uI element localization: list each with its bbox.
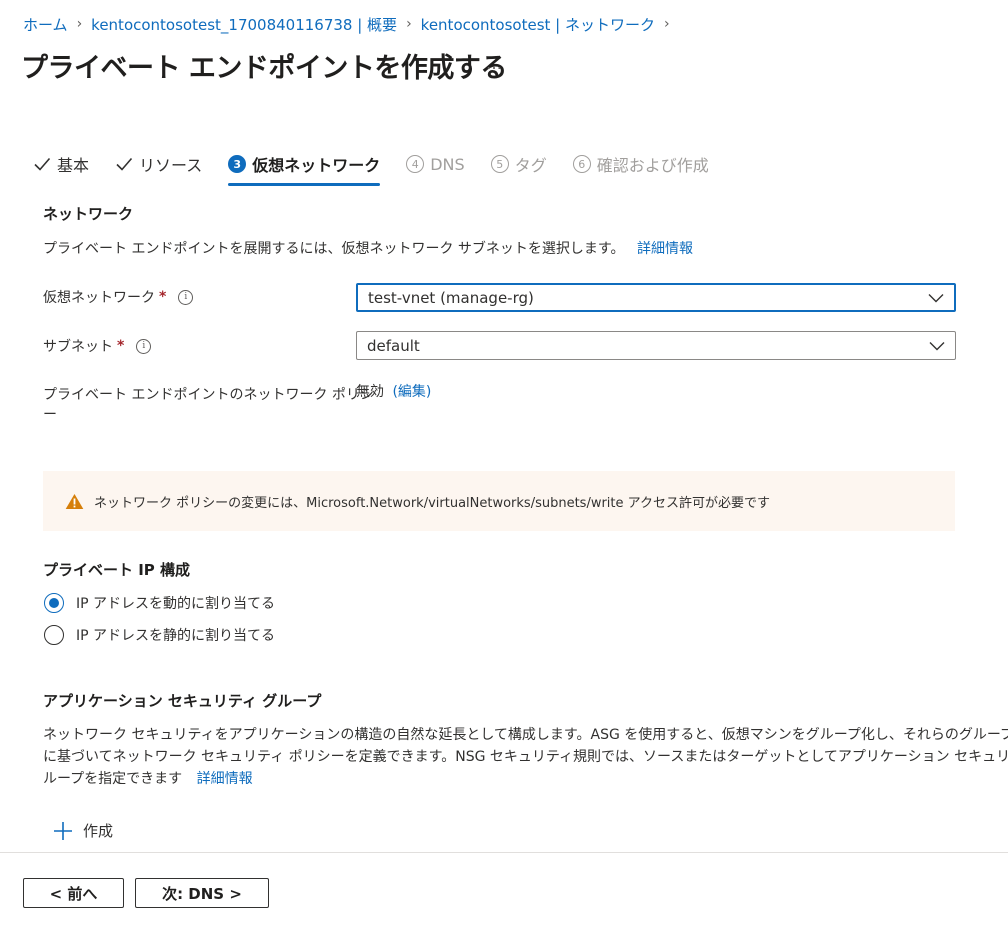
tab-review-create[interactable]: 6 確認および作成 (572, 150, 709, 178)
step-number-badge: 6 (572, 155, 591, 173)
radio-label: IP アドレスを動的に割り当てる (76, 596, 276, 612)
tab-label: 基本 (57, 156, 90, 175)
subnet-label: サブネット * i (43, 336, 152, 356)
tab-virtual-network[interactable]: 3 仮想ネットワーク (228, 150, 381, 186)
tab-label: 仮想ネットワーク (252, 156, 381, 175)
asg-description-line2: に基づいてネットワーク セキュリティ ポリシーを定義できます。NSG セキュリテ… (43, 749, 1008, 765)
checkmark-icon (116, 157, 133, 171)
tab-label: 確認および作成 (596, 156, 709, 175)
tab-resource[interactable]: リソース (115, 150, 202, 178)
chevron-down-icon (929, 341, 945, 350)
info-icon[interactable]: i (136, 338, 152, 354)
network-description: プライベート エンドポイントを展開するには、仮想ネットワーク サブネットを選択し… (43, 238, 693, 258)
create-asg-button[interactable]: 作成 (53, 820, 113, 841)
policy-label-line2: ー (43, 407, 57, 423)
create-label: 作成 (83, 822, 114, 840)
subnet-select-value: default (367, 336, 420, 355)
subnet-select[interactable]: default (356, 331, 956, 360)
step-number-badge: 4 (406, 155, 425, 173)
vnet-select-value: test-vnet (manage-rg) (368, 288, 534, 307)
asg-description-line3-row: ループを指定できます 詳細情報 (43, 768, 963, 790)
info-icon[interactable]: i (178, 289, 194, 305)
required-mark: * (117, 338, 125, 354)
tab-basics[interactable]: 基本 (33, 150, 89, 178)
private-ip-heading: プライベート IP 構成 (43, 561, 191, 579)
breadcrumb-resource-overview[interactable]: kentocontosotest_1700840116738 | 概要 (91, 14, 397, 35)
radio-static-ip[interactable]: IP アドレスを静的に割り当てる (44, 625, 275, 645)
breadcrumb-home[interactable]: ホーム (23, 14, 68, 35)
tab-label: タグ (514, 156, 547, 175)
vnet-select[interactable]: test-vnet (manage-rg) (356, 283, 956, 312)
chevron-right-icon: › (406, 16, 412, 32)
warning-text: ネットワーク ポリシーの変更には、Microsoft.Network/virtu… (94, 495, 770, 511)
tab-dns[interactable]: 4 DNS (406, 150, 465, 178)
wizard-tabs: 基本 リソース 3 仮想ネットワーク 4 DNS 5 タグ 6 確認および作成 (33, 150, 735, 186)
radio-dynamic-ip[interactable]: IP アドレスを動的に割り当てる (44, 593, 275, 613)
learn-more-link[interactable]: 詳細情報 (637, 241, 693, 257)
policy-value: 無効 (編集) (356, 381, 431, 401)
footer-divider (0, 852, 1008, 853)
radio-button-selected[interactable] (44, 593, 64, 613)
required-mark: * (159, 289, 167, 305)
checkmark-icon (34, 157, 51, 171)
radio-button[interactable] (44, 625, 64, 645)
breadcrumb: ホーム › kentocontosotest_1700840116738 | 概… (23, 13, 679, 35)
policy-label-line1: プライベート エンドポイントのネットワーク ポリシ (43, 387, 374, 403)
more-options-button[interactable]: … (486, 54, 504, 73)
chevron-right-icon: › (664, 16, 670, 32)
vnet-label-text: 仮想ネットワーク (43, 290, 155, 306)
chevron-down-icon (928, 293, 944, 302)
asg-description-line1: ネットワーク セキュリティをアプリケーションの構造の自然な延長として構成します。… (43, 727, 1008, 743)
step-number-badge: 5 (490, 155, 509, 173)
breadcrumb-network[interactable]: kentocontosotest | ネットワーク (421, 14, 655, 35)
network-heading: ネットワーク (43, 205, 134, 223)
tab-label: DNS (430, 154, 465, 174)
policy-edit-link[interactable]: (編集) (392, 384, 431, 400)
asg-learn-more-link[interactable]: 詳細情報 (197, 771, 253, 787)
plus-icon (54, 821, 72, 840)
step-number-badge: 3 (228, 155, 247, 173)
chevron-right-icon: › (76, 16, 83, 32)
subnet-label-text: サブネット (43, 339, 113, 355)
warning-banner: ネットワーク ポリシーの変更には、Microsoft.Network/virtu… (43, 471, 955, 531)
tab-label: リソース (139, 156, 203, 175)
policy-label: プライベート エンドポイントのネットワーク ポリシ ー (43, 385, 374, 425)
asg-description: ネットワーク セキュリティをアプリケーションの構造の自然な延長として構成します。… (43, 724, 1008, 790)
radio-label: IP アドレスを静的に割り当てる (76, 628, 276, 644)
vnet-label: 仮想ネットワーク * i (43, 287, 194, 307)
asg-description-line3: ループを指定できます (43, 771, 183, 787)
policy-value-text: 無効 (356, 384, 384, 400)
tab-tags[interactable]: 5 タグ (490, 150, 547, 178)
page-title: プライベート エンドポイントを作成する (21, 53, 507, 84)
asg-heading: アプリケーション セキュリティ グループ (43, 692, 322, 710)
warning-icon (65, 493, 84, 509)
network-description-text: プライベート エンドポイントを展開するには、仮想ネットワーク サブネットを選択し… (43, 241, 625, 257)
next-dns-button[interactable]: 次: DNS > (135, 878, 269, 908)
previous-button[interactable]: < 前へ (23, 878, 124, 908)
